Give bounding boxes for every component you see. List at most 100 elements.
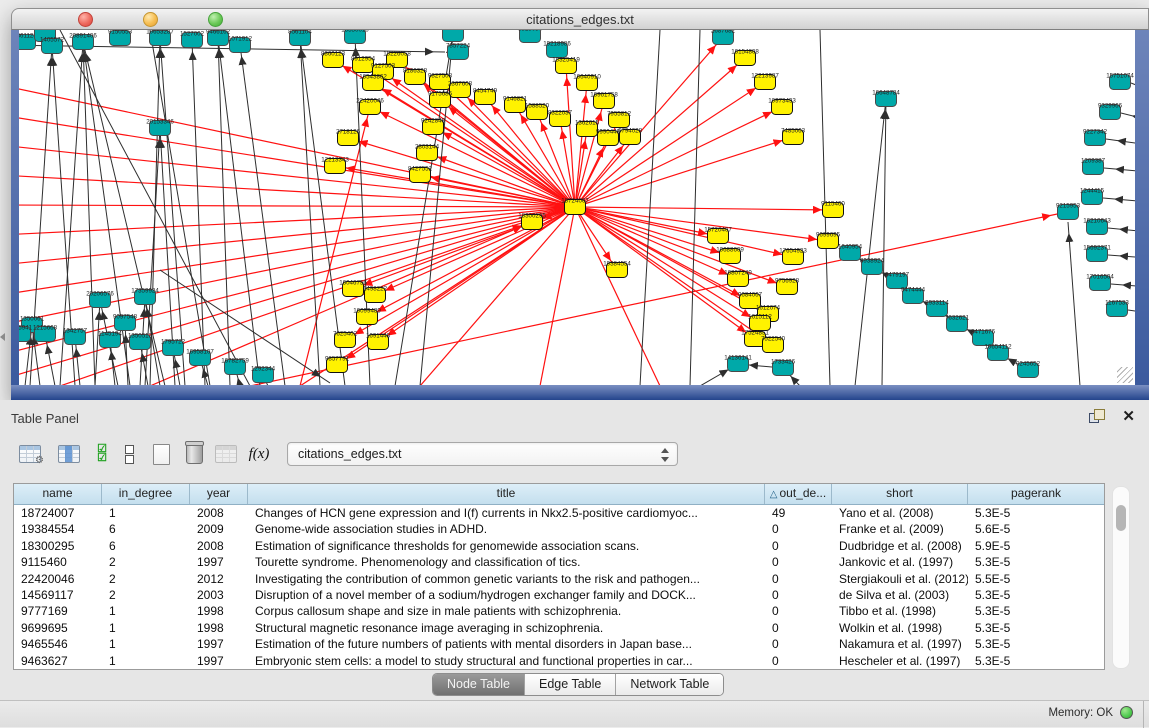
network-edge[interactable]: [19, 175, 575, 207]
table-cell[interactable]: 9699695: [14, 620, 102, 636]
select-columns-button[interactable]: ☑☑: [88, 440, 116, 468]
network-node[interactable]: 19218986: [543, 41, 571, 58]
network-node[interactable]: 9097548: [113, 314, 138, 331]
network-edge[interactable]: [1128, 310, 1135, 313]
network-node[interactable]: 20891406: [69, 33, 97, 50]
network-node[interactable]: 1167533: [1105, 300, 1129, 317]
table-cell[interactable]: 14569117: [14, 587, 102, 603]
table-cell[interactable]: Embryonic stem cells: a model to study s…: [248, 653, 765, 669]
network-node[interactable]: 20206576: [86, 291, 114, 308]
network-edge[interactable]: [1121, 113, 1135, 120]
network-edge[interactable]: [1068, 222, 1080, 385]
network-node[interactable]: 8561104: [288, 30, 312, 46]
tab-edge-table[interactable]: Edge Table: [525, 674, 616, 695]
network-edge[interactable]: [575, 207, 833, 210]
table-cell[interactable]: 49: [765, 505, 832, 521]
table-cell[interactable]: 2008: [190, 538, 248, 554]
network-edge[interactable]: [19, 205, 575, 207]
column-header-year[interactable]: year: [190, 484, 248, 504]
table-cell[interactable]: Franke et al. (2009): [832, 521, 968, 537]
network-node[interactable]: 16640910: [573, 74, 601, 91]
network-node[interactable]: 8860123: [321, 51, 346, 68]
table-cell[interactable]: 6: [102, 538, 190, 554]
network-node[interactable]: 9227342: [1083, 129, 1108, 146]
table-row[interactable]: 2242004622012Investigating the contribut…: [14, 571, 1104, 587]
delete-column-button[interactable]: [180, 440, 208, 468]
network-node[interactable]: 9699695: [816, 232, 841, 249]
network-edge[interactable]: [1108, 255, 1135, 258]
table-cell[interactable]: 5.3E-5: [968, 620, 1104, 636]
table-cell[interactable]: 9463627: [14, 653, 102, 669]
network-node[interactable]: 16210643: [1083, 218, 1111, 235]
network-edge[interactable]: [575, 83, 587, 207]
network-edge[interactable]: [690, 30, 700, 385]
table-row[interactable]: 1872400712008Changes of HCN gene express…: [14, 505, 1104, 521]
table-cell[interactable]: 9465546: [14, 636, 102, 652]
network-node[interactable]: 15720407: [704, 227, 732, 244]
table-cell[interactable]: 1: [102, 603, 190, 619]
table-cell[interactable]: Estimation of the future numbers of pati…: [248, 636, 765, 652]
table-cell[interactable]: Stergiakouli et al. (2012): [832, 571, 968, 587]
network-edge[interactable]: [882, 99, 886, 385]
column-header-name[interactable]: name: [14, 484, 102, 504]
column-header-out-de-[interactable]: △out_de...: [765, 484, 832, 504]
network-edge[interactable]: [575, 107, 782, 207]
table-cell[interactable]: 5.9E-5: [968, 538, 1104, 554]
network-node[interactable]: 20153346: [146, 119, 174, 136]
table-cell[interactable]: de Silva et al. (2003): [832, 587, 968, 603]
network-edge[interactable]: [1106, 139, 1135, 145]
table-header-row[interactable]: namein_degreeyeartitle△out_de...shortpag…: [14, 484, 1104, 505]
table-selector-dropdown[interactable]: citations_edges.txt: [287, 442, 678, 466]
table-cell[interactable]: Investigating the contribution of common…: [248, 571, 765, 587]
table-cell[interactable]: Tourette syndrome. Phenomenology and cla…: [248, 554, 765, 570]
function-builder-button[interactable]: f(x): [245, 440, 273, 468]
table-cell[interactable]: 1997: [190, 554, 248, 570]
network-node[interactable]: 7625402: [333, 331, 358, 348]
table-cell[interactable]: 0: [765, 554, 832, 570]
table-cell[interactable]: Nakamura et al. (1997): [832, 636, 968, 652]
create-column-button[interactable]: [147, 440, 175, 468]
network-edge[interactable]: [19, 207, 575, 235]
network-edge[interactable]: [192, 40, 205, 385]
table-cell[interactable]: Yano et al. (2008): [832, 505, 968, 521]
network-node[interactable]: 17016504: [1086, 274, 1114, 291]
table-cell[interactable]: 0: [765, 521, 832, 537]
network-node[interactable]: 7522540: [761, 336, 786, 353]
network-node[interactable]: 16648784: [872, 90, 900, 107]
network-node[interactable]: 22420046: [356, 98, 384, 115]
network-edge[interactable]: [1104, 168, 1135, 172]
network-canvas-container[interactable]: 1861123905312714055722089140691505531065…: [19, 30, 1135, 385]
network-node[interactable]: 9466162: [206, 30, 231, 46]
table-cell[interactable]: Tibbo et al. (1998): [832, 603, 968, 619]
network-node[interactable]: 9215953: [1056, 203, 1081, 220]
network-node[interactable]: 16330019: [341, 30, 369, 44]
table-cell[interactable]: Dudbridge et al. (2008): [832, 538, 968, 554]
memory-status-icon[interactable]: [1120, 706, 1133, 719]
table-cell[interactable]: 0: [765, 620, 832, 636]
table-cell[interactable]: Disruption of a novel member of a sodium…: [248, 587, 765, 603]
table-row[interactable]: 911546021997Tourette syndrome. Phenomeno…: [14, 554, 1104, 570]
network-node[interactable]: 8322037: [548, 110, 573, 127]
splitter-collapse-icon[interactable]: [0, 333, 5, 341]
network-node[interactable]: 1342757: [63, 328, 88, 345]
network-node[interactable]: 6794028: [618, 128, 643, 145]
network-node[interactable]: 8813054: [518, 30, 543, 43]
column-header-in-degree[interactable]: in_degree: [102, 484, 190, 504]
tab-node-table[interactable]: Node Table: [433, 674, 525, 695]
network-node[interactable]: 9990448: [596, 129, 621, 146]
network-node[interactable]: 9115460: [821, 201, 845, 218]
network-node[interactable]: 15751074: [1106, 73, 1134, 90]
table-row[interactable]: 1830029562008Estimation of significance …: [14, 538, 1104, 554]
table-row[interactable]: 946362711997Embryonic stem cells: a mode…: [14, 653, 1104, 669]
network-node[interactable]: 1405572: [40, 37, 65, 54]
network-edge[interactable]: [19, 115, 575, 207]
table-cell[interactable]: 1997: [190, 653, 248, 669]
table-mode-button[interactable]: ⚙: [16, 440, 44, 468]
table-cell[interactable]: 1: [102, 653, 190, 669]
table-cell[interactable]: 2003: [190, 587, 248, 603]
network-node[interactable]: 7955812: [607, 111, 632, 128]
table-cell[interactable]: 1: [102, 636, 190, 652]
network-node[interactable]: 16543862: [359, 74, 387, 91]
table-cell[interactable]: 1: [102, 620, 190, 636]
network-node[interactable]: 2718126: [336, 129, 361, 146]
